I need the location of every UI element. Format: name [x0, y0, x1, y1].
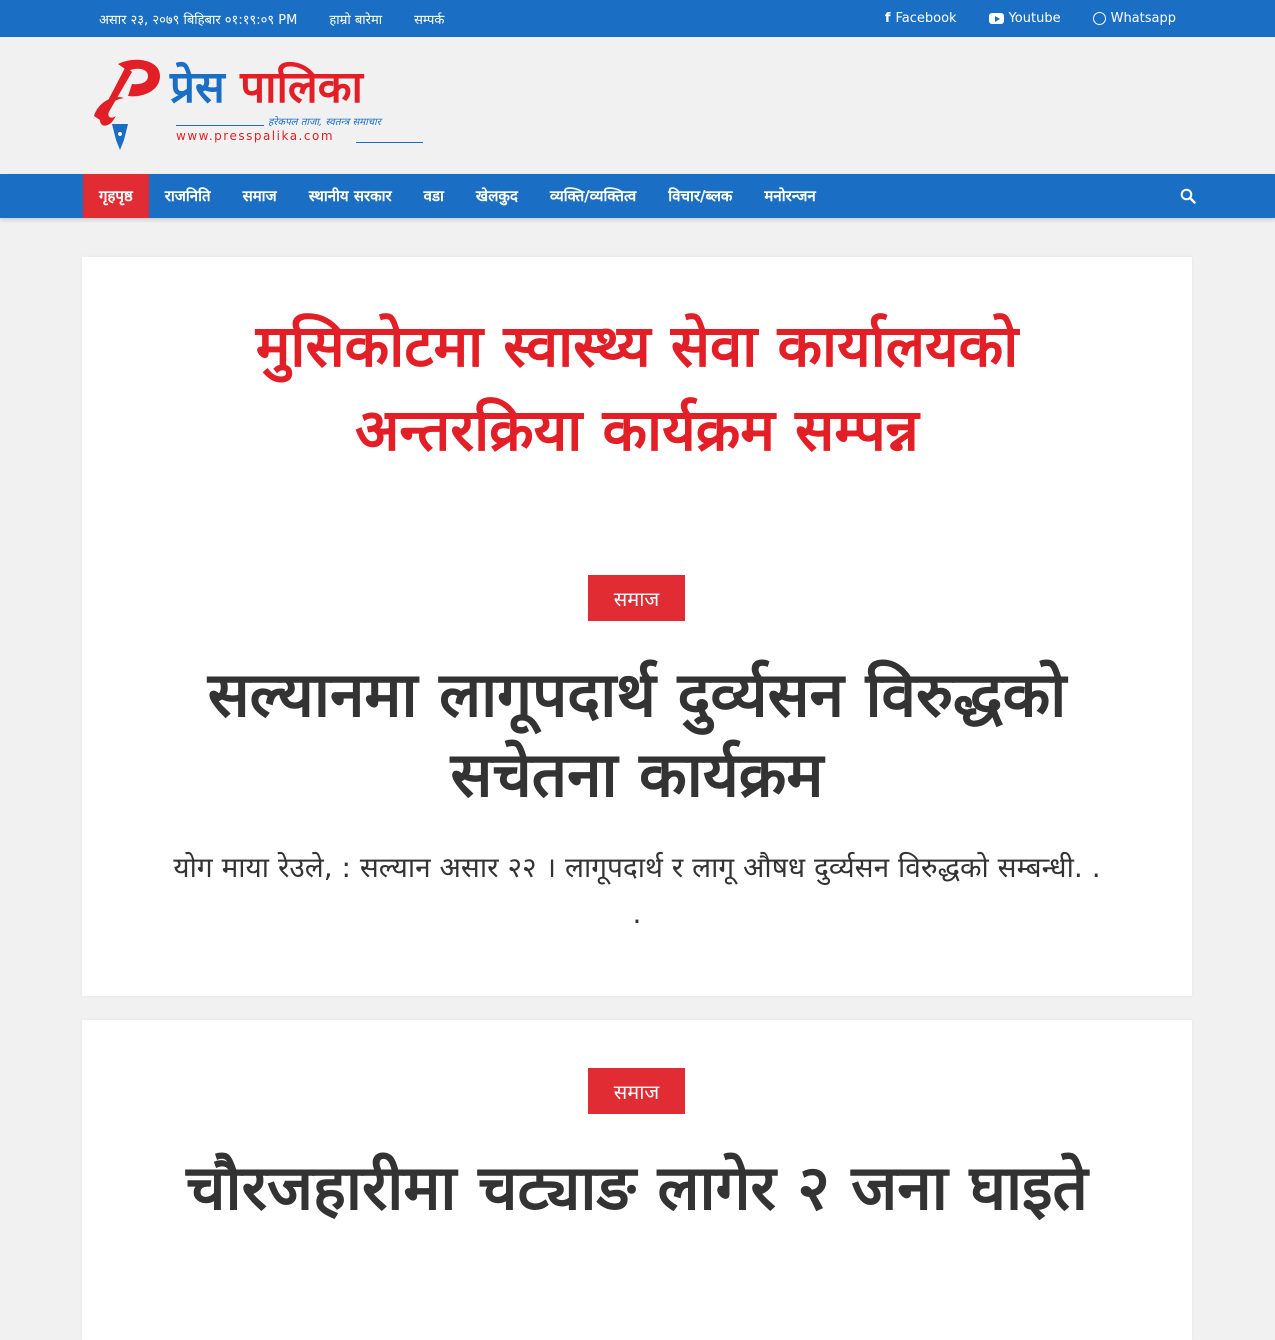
brand-part-1: प्रेस [170, 62, 225, 113]
nav-item-society[interactable]: समाज [227, 174, 293, 218]
top-bar: असार २३, २०७९ बिहिबार ०१:१९:०९ PM हाम्रो… [0, 0, 1275, 37]
youtube-label: Youtube [1008, 11, 1061, 26]
pen-logo-icon [94, 59, 160, 150]
current-date: असार २३, २०७९ बिहिबार ०१:१९:०९ PM [99, 12, 298, 28]
nav-item-personality[interactable]: व्यक्ति/व्यक्तित्व [534, 174, 652, 218]
youtube-icon [988, 13, 1004, 24]
facebook-icon: f [884, 11, 891, 26]
featured-news-card: मुसिकोटमा स्वास्थ्य सेवा कार्यालयको अन्त… [82, 257, 1192, 996]
category-badge[interactable]: समाज [588, 575, 685, 621]
brand-url: www.presspalika.com [176, 129, 335, 143]
breaking-headline[interactable]: मुसिकोटमा स्वास्थ्य सेवा कार्यालयको अन्त… [82, 304, 1192, 472]
category-badge[interactable]: समाज [588, 1068, 685, 1114]
logo-divider [356, 142, 423, 143]
youtube-link[interactable]: Youtube [988, 11, 1061, 26]
logo-divider [176, 125, 264, 126]
brand-part-2: पालिका [240, 62, 363, 113]
nav-item-opinion[interactable]: विचार/ब्लक [652, 174, 748, 218]
nav-menu: गृहपृष्ठ राजनिति समाज स्थानीय सरकार वडा … [83, 174, 832, 218]
news-title[interactable]: सल्यानमा लागूपदार्थ दुर्व्यसन विरुद्धको … [82, 655, 1192, 815]
nav-item-sports[interactable]: खेलकुद [460, 174, 534, 218]
facebook-label: Facebook [895, 11, 957, 26]
nav-item-home[interactable]: गृहपृष्ठ [83, 174, 149, 218]
whatsapp-link[interactable]: Whatsapp [1092, 11, 1176, 26]
top-bar-left: असार २३, २०७९ बिहिबार ०१:१९:०९ PM हाम्रो… [99, 0, 476, 37]
brand-tagline: हरेकपल ताजा, स्वतन्त्र समाचार [268, 117, 381, 128]
about-us-link[interactable]: हाम्रो बारेमा [329, 10, 382, 28]
social-links: f Facebook Youtube Whatsapp [853, 0, 1176, 37]
news-excerpt: योग माया रेउले, : सल्यान असार २२ । लागूप… [173, 851, 1101, 930]
nav-item-ward[interactable]: वडा [408, 174, 460, 218]
brand-name: प्रेस पालिका [170, 64, 363, 112]
whatsapp-icon [1092, 12, 1106, 25]
main-navigation: गृहपृष्ठ राजनिति समाज स्थानीय सरकार वडा … [0, 174, 1275, 218]
whatsapp-label: Whatsapp [1110, 11, 1176, 26]
nav-item-local-government[interactable]: स्थानीय सरकार [293, 174, 408, 218]
search-icon[interactable] [1180, 188, 1196, 204]
news-card: समाज चौरजहारीमा चट्याङ लागेर २ जना घाइते [82, 1020, 1192, 1340]
news-title[interactable]: चौरजहारीमा चट्याङ लागेर २ जना घाइते [82, 1148, 1192, 1228]
nav-item-entertainment[interactable]: मनोरन्जन [748, 174, 831, 218]
nav-item-politics[interactable]: राजनिति [149, 174, 227, 218]
site-header: प्रेस पालिका हरेकपल ताजा, स्वतन्त्र समाच… [0, 37, 1275, 174]
contact-link[interactable]: सम्पर्क [414, 10, 444, 28]
site-logo[interactable]: प्रेस पालिका हरेकपल ताजा, स्वतन्त्र समाच… [88, 54, 428, 154]
facebook-link[interactable]: f Facebook [885, 11, 957, 26]
